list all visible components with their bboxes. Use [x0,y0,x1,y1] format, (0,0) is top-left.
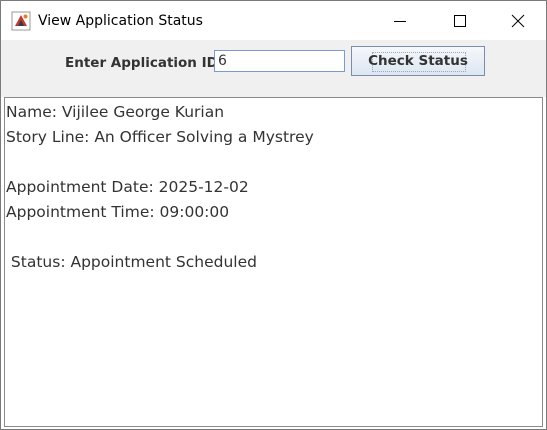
check-status-label: Check Status [368,53,468,69]
status-result-area[interactable]: Name: Vijilee George Kurian Story Line: … [4,97,543,427]
close-button[interactable] [489,1,546,40]
title-bar[interactable]: View Application Status [1,1,546,40]
input-panel: Enter Application ID: Check Status [1,40,546,97]
maximize-icon [454,15,466,27]
result-line-name: Name: Vijilee George Kurian [6,103,225,121]
application-id-label: Enter Application ID: [65,55,224,71]
check-status-button[interactable]: Check Status [351,46,485,76]
result-line-time: Appointment Time: 09:00:00 [6,203,230,221]
result-line-status: Status: Appointment Scheduled [6,253,257,271]
result-line-blank [6,150,542,175]
window-title: View Application Status [38,13,203,29]
minimize-button[interactable] [371,1,429,40]
application-window: View Application Status Enter Applicatio… [0,0,547,430]
result-line-blank [6,225,542,250]
maximize-button[interactable] [431,1,489,40]
result-line-date: Appointment Date: 2025-12-02 [6,178,249,196]
minimize-icon [394,21,406,22]
application-id-input[interactable] [214,50,345,72]
result-line-story: Story Line: An Officer Solving a Mystrey [6,128,314,146]
close-icon [511,14,525,28]
java-app-icon [11,11,31,31]
